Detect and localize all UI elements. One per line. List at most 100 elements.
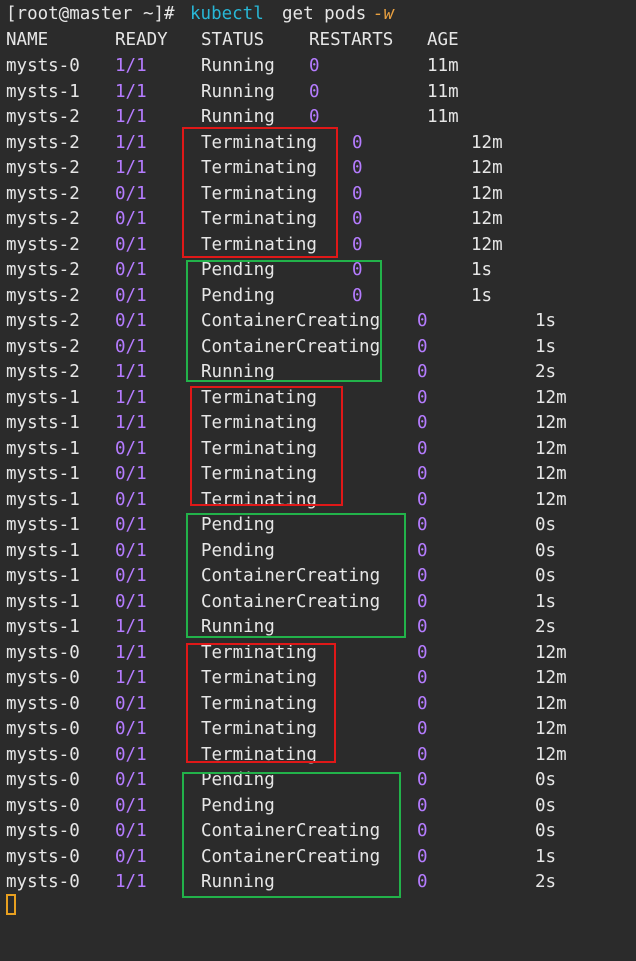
pod-ready: 0/1	[115, 464, 147, 484]
pod-name: mysts-2	[6, 183, 80, 204]
pod-name: mysts-0	[6, 795, 80, 816]
pod-ready: 0/1	[115, 209, 147, 229]
pod-ready: 1/1	[115, 158, 147, 178]
pod-age: 12m	[535, 693, 567, 714]
pod-restarts: 0	[417, 387, 428, 408]
pod-name: mysts-0	[6, 668, 80, 688]
pod-restarts: 0	[417, 336, 428, 357]
pod-age: 0s	[535, 515, 557, 535]
pod-restarts: 0	[417, 489, 428, 510]
pod-ready: 0/1	[115, 489, 147, 510]
pod-restarts: 0	[417, 464, 428, 484]
pod-name: mysts-1	[6, 387, 80, 408]
pod-name: mysts-1	[6, 413, 80, 433]
pod-age: 12m	[535, 642, 567, 663]
pod-name: mysts-2	[6, 311, 80, 331]
pod-age: 12m	[535, 438, 567, 459]
pod-ready: 0/1	[115, 795, 147, 816]
pod-restarts: 0	[417, 846, 428, 867]
recreating-highlight-box	[182, 772, 401, 898]
pod-age: 0s	[535, 821, 557, 841]
pod-name: mysts-1	[6, 617, 80, 637]
pod-age: 12m	[471, 158, 503, 178]
pod-restarts: 0	[417, 438, 428, 459]
pod-age: 12m	[471, 132, 503, 153]
pod-name: mysts-0	[6, 846, 80, 867]
header-age: AGE	[427, 30, 459, 50]
command-flag: -w	[373, 4, 395, 24]
terminal-window[interactable]: [root@master ~]# kubectl get pods -w NAM…	[0, 0, 636, 961]
pod-age: 0s	[535, 795, 557, 816]
pod-ready: 0/1	[115, 540, 147, 561]
pod-name: mysts-2	[6, 209, 80, 229]
pod-restarts: 0	[352, 183, 363, 204]
pod-ready: 1/1	[115, 81, 147, 102]
pod-restarts: 0	[309, 56, 320, 76]
pod-name: mysts-1	[6, 438, 80, 459]
pod-name: mysts-0	[6, 821, 80, 841]
pod-age: 1s	[471, 285, 493, 306]
pod-ready: 0/1	[115, 438, 147, 459]
recreating-highlight-box	[186, 513, 406, 638]
pod-status: Running	[201, 56, 275, 76]
pod-age: 0s	[535, 540, 557, 561]
pod-age: 12m	[535, 387, 567, 408]
header-name: NAME	[6, 30, 49, 50]
pod-age: 2s	[535, 362, 557, 382]
recreating-highlight-box	[186, 260, 382, 382]
pod-age: 11m	[427, 56, 459, 76]
pod-ready: 0/1	[115, 515, 147, 535]
pod-ready: 0/1	[115, 183, 147, 204]
shell-prompt: [root@master ~]#	[6, 4, 175, 24]
pod-restarts: 0	[417, 617, 428, 637]
pod-restarts: 0	[352, 234, 363, 255]
pod-name: mysts-0	[6, 770, 80, 790]
pod-name: mysts-2	[6, 362, 80, 382]
pod-restarts: 0	[417, 362, 428, 382]
pod-name: mysts-1	[6, 464, 80, 484]
pod-age: 1s	[535, 846, 557, 867]
pod-name: mysts-0	[6, 693, 80, 714]
pod-name: mysts-0	[6, 872, 80, 892]
pod-ready: 1/1	[115, 132, 147, 153]
pod-ready: 1/1	[115, 668, 147, 688]
pod-age: 12m	[535, 464, 567, 484]
pod-name: mysts-0	[6, 56, 80, 76]
prompt-line: [root@master ~]# kubectl get pods -w	[6, 2, 394, 27]
pod-age: 1s	[471, 260, 493, 280]
pod-age: 11m	[427, 81, 459, 102]
pod-name: mysts-2	[6, 107, 80, 127]
pod-ready: 1/1	[115, 872, 147, 892]
pod-age: 12m	[471, 183, 503, 204]
pod-ready: 0/1	[115, 285, 147, 306]
header-ready: READY	[115, 30, 168, 50]
pod-ready: 0/1	[115, 566, 147, 586]
pod-ready: 0/1	[115, 311, 147, 331]
pod-restarts: 0	[417, 795, 428, 816]
pod-ready: 0/1	[115, 719, 147, 739]
pod-ready: 0/1	[115, 260, 147, 280]
command-name: kubectl	[190, 4, 264, 24]
pod-ready: 0/1	[115, 744, 147, 765]
pod-age: 12m	[471, 209, 503, 229]
command-args: get pods	[282, 4, 367, 24]
table-header: NAME READY STATUS RESTARTS AGE	[6, 28, 459, 53]
pod-name: mysts-2	[6, 234, 80, 255]
pod-restarts: 0	[417, 642, 428, 663]
pod-ready: 1/1	[115, 642, 147, 663]
pod-restarts: 0	[417, 566, 428, 586]
pod-ready: 0/1	[115, 693, 147, 714]
pod-restarts: 0	[417, 515, 428, 535]
pod-name: mysts-1	[6, 515, 80, 535]
pod-restarts: 0	[417, 413, 428, 433]
pod-age: 12m	[535, 668, 567, 688]
pod-age: 2s	[535, 872, 557, 892]
pod-restarts: 0	[417, 668, 428, 688]
pod-ready: 1/1	[115, 362, 147, 382]
pod-age: 0s	[535, 770, 557, 790]
pod-restarts: 0	[417, 719, 428, 739]
terminal-cursor	[6, 894, 16, 915]
pod-name: mysts-0	[6, 642, 80, 663]
pod-age: 12m	[535, 413, 567, 433]
pod-name: mysts-0	[6, 744, 80, 765]
